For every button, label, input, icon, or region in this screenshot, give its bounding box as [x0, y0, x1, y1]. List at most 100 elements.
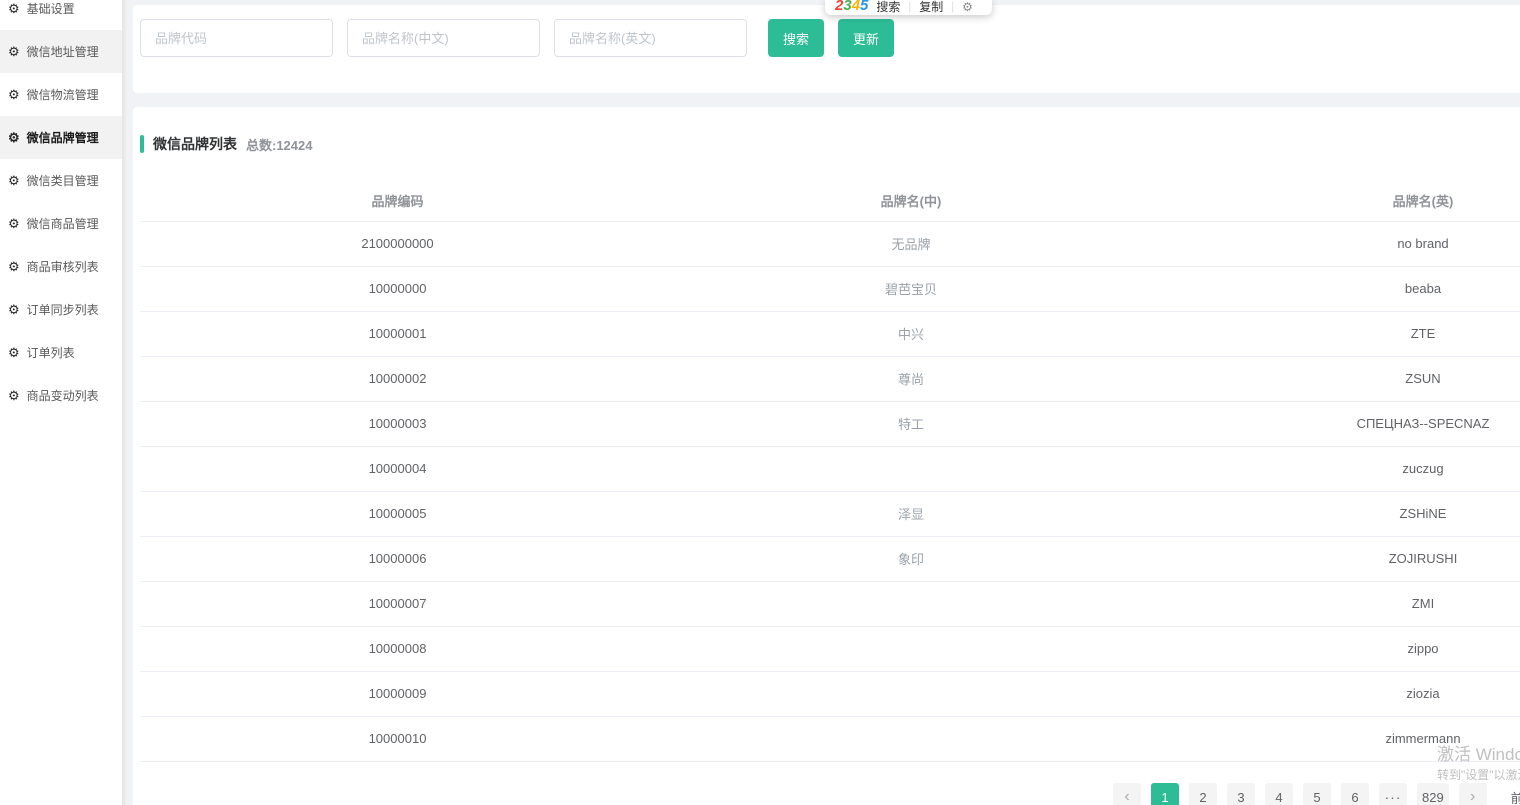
page-number-button[interactable]: 1	[1151, 783, 1179, 805]
gear-icon: ⚙	[8, 173, 20, 188]
sidebar-item[interactable]: ⚙ 微信品牌管理	[0, 116, 122, 159]
table-row[interactable]: 10000008 zippo	[140, 626, 1520, 672]
gear-icon: ⚙	[8, 1, 20, 16]
sidebar-item-label: 基础设置	[26, 2, 75, 16]
gear-icon: ⚙	[8, 87, 20, 102]
table-row[interactable]: 10000003 特工 СПЕЦНАЗ--SPECNAZ	[140, 401, 1520, 447]
page-number-button[interactable]: 3	[1227, 783, 1255, 805]
total-count-label: 总数:12424	[246, 137, 313, 153]
cell-brand-code: 10000004	[140, 446, 655, 492]
cell-brand-code: 10000008	[140, 626, 655, 672]
page-buttons: 1 2 3 4 5 6	[1151, 783, 1369, 805]
2345-logo-digit: 3	[843, 0, 852, 14]
sidebar-menu: ⚙ 基础设置 ⚙ 微信地址管理 ⚙ 微信物流管理 ⚙ 微信品牌管理 ⚙ 微信类目…	[0, 0, 122, 417]
sidebar-item[interactable]: ⚙ 商品审核列表	[0, 245, 122, 288]
table-row[interactable]: 10000005 泽显 ZSHiNE	[140, 491, 1520, 537]
sidebar-item[interactable]: ⚙ 订单同步列表	[0, 288, 122, 331]
sidebar-item-label: 微信物流管理	[26, 88, 99, 102]
gear-icon: ⚙	[8, 130, 20, 145]
gear-icon: ⚙	[8, 259, 20, 274]
title-accent-bar	[140, 135, 144, 153]
cell-brand-name-en: zippo	[1167, 626, 1520, 672]
column-header-cn: 品牌名(中)	[655, 180, 1167, 222]
cell-brand-name-en: zimmermann	[1167, 716, 1520, 762]
table-row[interactable]: 10000000 碧芭宝贝 beaba	[140, 266, 1520, 312]
2345-logo: 2345	[835, 0, 868, 13]
sidebar-item-label: 订单同步列表	[26, 303, 99, 317]
sidebar-item[interactable]: ⚙ 微信类目管理	[0, 159, 122, 202]
last-page-button[interactable]: 829	[1417, 783, 1449, 805]
sidebar: ⚙ 基础设置 ⚙ 微信地址管理 ⚙ 微信物流管理 ⚙ 微信品牌管理 ⚙ 微信类目…	[0, 0, 122, 805]
table-row[interactable]: 10000004 zuczug	[140, 446, 1520, 492]
brand-code-input[interactable]	[140, 19, 333, 57]
sidebar-item[interactable]: ⚙ 微信物流管理	[0, 73, 122, 116]
cell-brand-name-cn	[655, 671, 1167, 717]
sidebar-item[interactable]: ⚙ 微信商品管理	[0, 202, 122, 245]
sidebar-scrollbar[interactable]	[122, 0, 128, 805]
sidebar-item-label: 商品变动列表	[26, 389, 99, 403]
cell-brand-name-en: ZOJIRUSHI	[1167, 536, 1520, 582]
cell-brand-code: 10000003	[140, 401, 655, 447]
next-page-button[interactable]: ›	[1458, 783, 1487, 805]
sidebar-item[interactable]: ⚙ 微信地址管理	[0, 30, 122, 73]
sidebar-item[interactable]: ⚙ 商品变动列表	[0, 374, 122, 417]
cell-brand-name-en: СПЕЦНАЗ--SPECNAZ	[1167, 401, 1520, 447]
page-number-button[interactable]: 2	[1189, 783, 1217, 805]
2345-logo-digit: 4	[851, 0, 861, 14]
cell-brand-name-cn: 象印	[655, 536, 1167, 582]
page-number-button[interactable]: 5	[1303, 783, 1331, 805]
table-row[interactable]: 10000006 象印 ZOJIRUSHI	[140, 536, 1520, 582]
search-panel: 搜索 更新	[133, 5, 1520, 93]
cell-brand-name-cn	[655, 626, 1167, 672]
table-body: 2100000000 无品牌 no brand 10000000 碧芭宝贝 be…	[140, 221, 1520, 762]
more-pages-button[interactable]: ···	[1379, 783, 1407, 805]
gear-icon: ⚙	[8, 388, 20, 403]
cell-brand-name-cn: 无品牌	[655, 221, 1167, 267]
page-number-button[interactable]: 4	[1265, 783, 1293, 805]
cell-brand-name-en: no brand	[1167, 221, 1520, 267]
sidebar-item[interactable]: ⚙ 订单列表	[0, 331, 122, 374]
page-number-button[interactable]: 6	[1341, 783, 1369, 805]
brand-table: 品牌编码 品牌名(中) 品牌名(英) 2100000000 无品牌 no bra…	[140, 180, 1520, 762]
cell-brand-name-cn: 泽显	[655, 491, 1167, 537]
table-row[interactable]: 10000002 尊尚 ZSUN	[140, 356, 1520, 402]
brand-list-panel: 微信品牌列表 总数:12424 品牌编码 品牌名(中) 品牌名(英) 21000…	[133, 107, 1520, 805]
cell-brand-name-cn: 特工	[655, 401, 1167, 447]
cell-brand-code: 10000001	[140, 311, 655, 357]
brand-name-en-input[interactable]	[554, 19, 747, 57]
prev-page-button[interactable]: ‹	[1113, 783, 1141, 805]
gear-icon: ⚙	[8, 216, 20, 231]
cell-brand-name-en: ZTE	[1167, 311, 1520, 357]
popup-copy-link[interactable]: 复制	[919, 1, 943, 13]
cell-brand-code: 10000005	[140, 491, 655, 537]
cell-brand-name-en: ZMI	[1167, 581, 1520, 627]
table-row[interactable]: 10000001 中兴 ZTE	[140, 311, 1520, 357]
popup-settings-gear-icon[interactable]: ⚙	[962, 1, 973, 13]
search-button[interactable]: 搜索	[768, 19, 825, 57]
column-header-en: 品牌名(英)	[1167, 180, 1520, 222]
extension-popup-content: 2345 搜索 | 复制 | ⚙	[835, 0, 973, 13]
pagination: ‹ 1 2 3 4 5 6 ··· 829 › 前往	[1113, 783, 1520, 805]
cell-brand-code: 10000007	[140, 581, 655, 627]
panel-title-text: 微信品牌列表	[153, 136, 237, 152]
brand-table-wrap: 品牌编码 品牌名(中) 品牌名(英) 2100000000 无品牌 no bra…	[140, 180, 1520, 762]
table-row[interactable]: 10000009 ziozia	[140, 671, 1520, 717]
cell-brand-code: 10000000	[140, 266, 655, 312]
cell-brand-name-en: zuczug	[1167, 446, 1520, 492]
cell-brand-name-en: ZSHiNE	[1167, 491, 1520, 537]
cell-brand-code: 10000009	[140, 671, 655, 717]
table-row[interactable]: 10000007 ZMI	[140, 581, 1520, 627]
cell-brand-code: 2100000000	[140, 221, 655, 267]
table-row[interactable]: 2100000000 无品牌 no brand	[140, 221, 1520, 267]
popup-separator: |	[908, 1, 912, 13]
cell-brand-name-cn	[655, 716, 1167, 762]
sidebar-item-label: 微信商品管理	[26, 217, 99, 231]
update-button[interactable]: 更新	[838, 19, 895, 57]
panel-title: 微信品牌列表 总数:12424	[140, 134, 312, 154]
table-row[interactable]: 10000010 zimmermann	[140, 716, 1520, 762]
gear-icon: ⚙	[8, 345, 20, 360]
brand-name-cn-input[interactable]	[347, 19, 540, 57]
sidebar-item[interactable]: ⚙ 基础设置	[0, 0, 122, 30]
popup-search-link[interactable]: 搜索	[876, 1, 900, 13]
goto-page-label: 前往	[1510, 790, 1520, 805]
